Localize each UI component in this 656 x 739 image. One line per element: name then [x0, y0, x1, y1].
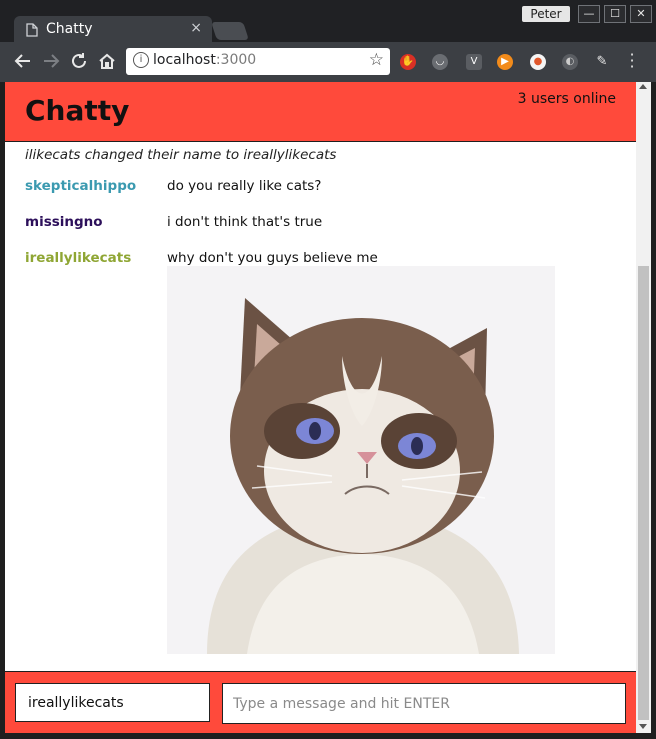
document-icon	[26, 23, 38, 37]
home-icon[interactable]	[98, 52, 116, 75]
info-icon[interactable]: i	[133, 52, 149, 68]
address-bar[interactable]: i localhost:3000 ☆	[126, 48, 390, 75]
message-input[interactable]	[222, 683, 626, 724]
adblock-icon[interactable]: ✋	[400, 54, 416, 70]
cat-icon[interactable]: ◡	[432, 54, 448, 70]
message-content: i don't think that's true	[167, 214, 323, 230]
browser-tab[interactable]: Chatty ×	[14, 16, 212, 44]
browser-toolbar: i localhost:3000 ☆ ✋ ◡ V ▶ ● ◐ ✎ · · ·	[0, 42, 656, 82]
message-composer	[5, 671, 636, 733]
minimize-button[interactable]: —	[578, 5, 600, 23]
scroll-down-icon[interactable]	[639, 724, 647, 729]
syringe-icon[interactable]: ✎	[594, 54, 610, 70]
message-content: why don't you guys believe me	[167, 250, 378, 266]
message-username: missingno	[25, 214, 103, 230]
brand-title: Chatty	[25, 94, 130, 127]
forward-icon[interactable]	[42, 52, 60, 75]
url-text: localhost:3000	[153, 52, 257, 68]
profile-button[interactable]: Peter	[522, 6, 570, 22]
reload-icon[interactable]	[70, 52, 88, 75]
moon-icon[interactable]: ◐	[562, 54, 578, 70]
back-icon[interactable]	[14, 52, 32, 75]
tab-title: Chatty	[46, 21, 93, 37]
vim-icon[interactable]: V	[466, 54, 482, 70]
scroll-up-icon[interactable]	[639, 84, 647, 89]
cat-image	[167, 266, 555, 654]
message-username: skepticalhippo	[25, 178, 137, 194]
system-notification: ilikecats changed their name to ireallyl…	[25, 147, 337, 163]
app-header: Chatty 3 users online	[5, 82, 636, 142]
page-viewport: Chatty 3 users online ilikecats changed …	[5, 82, 636, 733]
username-field[interactable]	[15, 683, 210, 722]
bookmark-star-icon[interactable]: ☆	[369, 50, 384, 70]
window-titlebar: Chatty × Peter — ☐ ✕	[0, 0, 656, 44]
play-icon[interactable]: ▶	[497, 54, 513, 70]
tab-close-icon[interactable]: ×	[190, 20, 202, 36]
close-window-button[interactable]: ✕	[630, 5, 652, 23]
message-username: ireallylikecats	[25, 250, 132, 266]
message-content: do you really like cats?	[167, 178, 322, 194]
users-online-count: 3 users online	[517, 91, 616, 107]
maximize-button[interactable]: ☐	[604, 5, 626, 23]
egg-icon[interactable]: ●	[530, 54, 546, 70]
page-scrollbar[interactable]	[636, 82, 651, 733]
menu-dots-icon[interactable]: · · ·	[628, 47, 636, 75]
scroll-thumb[interactable]	[638, 266, 649, 720]
new-tab-button[interactable]	[211, 22, 249, 40]
